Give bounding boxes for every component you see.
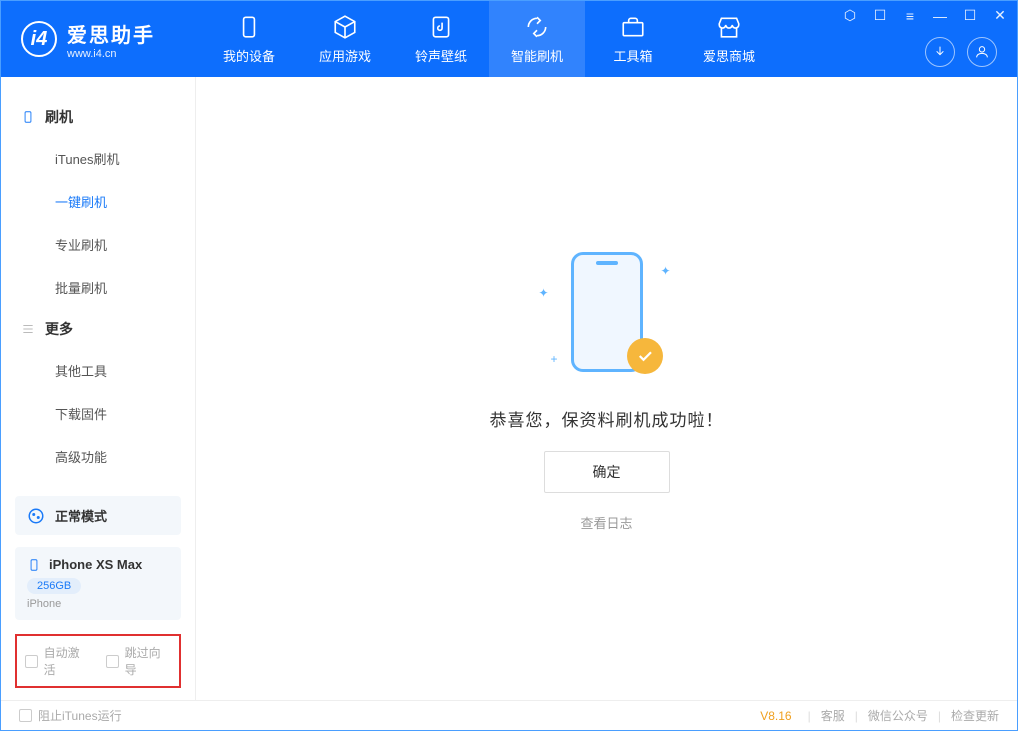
footer-link-wechat[interactable]: 微信公众号	[868, 707, 928, 724]
sidebar-item-advanced[interactable]: 高级功能	[1, 435, 195, 478]
list-icon	[21, 322, 35, 336]
mode-label: 正常模式	[55, 506, 107, 525]
user-icon[interactable]	[967, 37, 997, 67]
footer-link-support[interactable]: 客服	[821, 707, 845, 724]
close-button[interactable]: ✕	[991, 7, 1009, 24]
logo-section: i4 爱思助手 www.i4.cn	[1, 19, 201, 60]
nav-tabs: 我的设备 应用游戏 铃声壁纸 智能刷机 工具箱 爱思商城	[201, 1, 777, 77]
tab-label: 我的设备	[223, 46, 275, 65]
tab-label: 工具箱	[613, 46, 652, 65]
version-label: V8.16	[760, 709, 791, 723]
tab-toolbox[interactable]: 工具箱	[585, 1, 681, 77]
checkbox-label: 跳过向导	[125, 644, 171, 678]
tab-label: 爱思商城	[703, 46, 755, 65]
sparkle-icon: +	[551, 352, 558, 366]
ok-button[interactable]: 确定	[544, 451, 670, 493]
mode-card[interactable]: 正常模式	[15, 496, 181, 535]
header-right-icons	[925, 37, 997, 67]
device-storage-badge: 256GB	[27, 578, 81, 594]
footer-links: | 客服 | 微信公众号 | 检查更新	[808, 707, 999, 724]
phone-icon	[21, 110, 35, 124]
store-icon	[716, 14, 742, 40]
sidebar-group-more: 更多	[1, 309, 195, 349]
toolbox-icon	[620, 14, 646, 40]
device-card[interactable]: iPhone XS Max 256GB iPhone	[15, 547, 181, 620]
sidebar-group-flash: 刷机	[1, 97, 195, 137]
device-name-row: iPhone XS Max	[27, 557, 169, 572]
menu-icon[interactable]: ≡	[901, 8, 919, 24]
sidebar-item-pro-flash[interactable]: 专业刷机	[1, 223, 195, 266]
checkbox-block-itunes[interactable]: 阻止iTunes运行	[19, 707, 122, 724]
sidebar: 刷机 iTunes刷机 一键刷机 专业刷机 批量刷机 更多 其他工具 下载固件 …	[1, 77, 196, 700]
sparkle-icon: ✦	[539, 286, 549, 300]
refresh-icon	[524, 14, 550, 40]
logo-url: www.i4.cn	[67, 48, 155, 60]
tab-label: 铃声壁纸	[415, 46, 467, 65]
settings-icon[interactable]: ☐	[871, 7, 889, 24]
tab-store[interactable]: 爱思商城	[681, 1, 777, 77]
tab-label: 应用游戏	[319, 46, 371, 65]
footer-link-update[interactable]: 检查更新	[951, 707, 999, 724]
success-message: 恭喜您，保资料刷机成功啦！	[490, 406, 724, 431]
cube-icon	[332, 14, 358, 40]
device-icon	[27, 558, 41, 572]
device-name: iPhone XS Max	[49, 557, 142, 572]
body-area: 刷机 iTunes刷机 一键刷机 专业刷机 批量刷机 更多 其他工具 下载固件 …	[1, 77, 1017, 700]
sidebar-item-other-tools[interactable]: 其他工具	[1, 349, 195, 392]
device-icon	[236, 14, 262, 40]
shirt-icon[interactable]: ⬡	[841, 7, 859, 24]
tab-smart-flash[interactable]: 智能刷机	[489, 1, 585, 77]
check-badge-icon	[627, 338, 663, 374]
sparkle-icon: ✦	[660, 264, 670, 278]
titlebar-controls: ⬡ ☐ ≡ — ☐ ✕	[841, 7, 1009, 24]
download-icon[interactable]	[925, 37, 955, 67]
footer: 阻止iTunes运行 V8.16 | 客服 | 微信公众号 | 检查更新	[1, 700, 1017, 730]
tab-label: 智能刷机	[511, 46, 563, 65]
group-label: 更多	[45, 319, 73, 339]
tab-apps-games[interactable]: 应用游戏	[297, 1, 393, 77]
checkbox-icon	[106, 655, 119, 668]
main-content: ✦ ✦ + 恭喜您，保资料刷机成功啦！ 确定 查看日志	[196, 77, 1017, 700]
logo-icon: i4	[21, 21, 57, 57]
sidebar-item-download-fw[interactable]: 下载固件	[1, 392, 195, 435]
minimize-button[interactable]: —	[931, 8, 949, 24]
success-illustration: ✦ ✦ +	[547, 246, 667, 386]
sidebar-item-batch-flash[interactable]: 批量刷机	[1, 266, 195, 309]
sidebar-item-oneclick-flash[interactable]: 一键刷机	[1, 180, 195, 223]
app-header: i4 爱思助手 www.i4.cn 我的设备 应用游戏 铃声壁纸 智能刷机 工具…	[1, 1, 1017, 77]
checkbox-label: 阻止iTunes运行	[38, 707, 122, 724]
music-icon	[428, 14, 454, 40]
device-type: iPhone	[27, 598, 169, 610]
checkbox-icon	[25, 655, 38, 668]
checkbox-icon	[19, 709, 32, 722]
tab-my-device[interactable]: 我的设备	[201, 1, 297, 77]
tab-ringtones[interactable]: 铃声壁纸	[393, 1, 489, 77]
view-log-link[interactable]: 查看日志	[580, 513, 632, 532]
logo-title: 爱思助手	[67, 19, 155, 48]
sidebar-item-itunes-flash[interactable]: iTunes刷机	[1, 137, 195, 180]
maximize-button[interactable]: ☐	[961, 7, 979, 24]
checkbox-auto-activate[interactable]: 自动激活	[25, 644, 90, 678]
highlighted-checkbox-row: 自动激活 跳过向导	[15, 634, 181, 688]
group-label: 刷机	[45, 107, 73, 127]
mode-icon	[27, 507, 45, 525]
checkbox-label: 自动激活	[44, 644, 90, 678]
checkbox-skip-guide[interactable]: 跳过向导	[106, 644, 171, 678]
